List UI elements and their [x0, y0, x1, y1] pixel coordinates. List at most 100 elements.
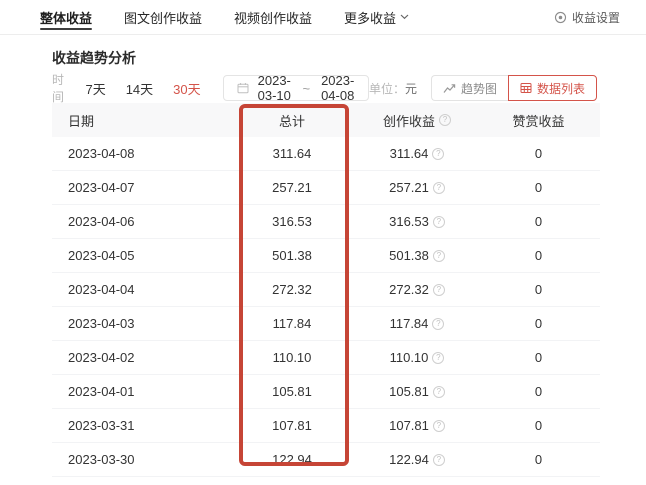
unit-value: 元 — [405, 82, 417, 96]
time-range-30天[interactable]: 30天 — [173, 79, 200, 98]
time-range-14天[interactable]: 14天 — [126, 79, 153, 98]
cell-total: 311.64 — [227, 146, 357, 161]
cell-creation: 107.81? — [357, 418, 477, 433]
top-tab-bar: 整体收益 图文创作收益 视频创作收益 更多收益 收益设置 — [0, 0, 646, 35]
date-range-picker[interactable]: 2023-03-10 ~ 2023-04-08 — [223, 75, 369, 101]
time-filter-label: 时间 — [52, 71, 67, 105]
table-row: 2023-04-02110.10110.10?0 — [52, 341, 600, 375]
view-button-label: 数据列表 — [537, 80, 585, 97]
cell-date: 2023-03-31 — [52, 418, 227, 433]
cell-total: 110.10 — [227, 350, 357, 365]
table-row: 2023-04-05501.38501.38?0 — [52, 239, 600, 273]
table-row: 2023-03-31107.81107.81?0 — [52, 409, 600, 443]
help-icon[interactable]: ? — [433, 386, 445, 398]
help-icon[interactable]: ? — [433, 216, 445, 228]
cell-appreciation: 0 — [477, 248, 600, 263]
unit-label: 单位：元 — [369, 80, 417, 97]
table-row: 2023-04-06316.53316.53?0 — [52, 205, 600, 239]
table-row: 2023-04-01105.81105.81?0 — [52, 375, 600, 409]
cell-appreciation: 0 — [477, 452, 600, 467]
cell-appreciation: 0 — [477, 384, 600, 399]
cell-date: 2023-03-30 — [52, 452, 227, 467]
cell-total: 257.21 — [227, 180, 357, 195]
filter-row: 时间 7天14天30天 2023-03-10 ~ 2023-04-08 单位：元… — [52, 75, 597, 101]
cell-creation: 110.10? — [357, 350, 477, 365]
cell-date: 2023-04-04 — [52, 282, 227, 297]
help-icon[interactable]: ? — [433, 250, 445, 262]
table-row: 2023-04-04272.32272.32?0 — [52, 273, 600, 307]
cell-date: 2023-04-08 — [52, 146, 227, 161]
table-row: 2023-03-30122.94122.94?0 — [52, 443, 600, 477]
table-row: 2023-04-03117.84117.84?0 — [52, 307, 600, 341]
cell-date: 2023-04-07 — [52, 180, 227, 195]
tab-label: 整体收益 — [40, 8, 92, 27]
cell-appreciation: 0 — [477, 316, 600, 331]
section-title: 收益趋势分析 — [52, 50, 646, 66]
column-header-赞赏收益: 赞赏收益 — [477, 111, 600, 130]
cell-creation: 501.38? — [357, 248, 477, 263]
cell-creation: 117.84? — [357, 316, 477, 331]
trend-chart-icon — [443, 83, 456, 94]
table-row: 2023-04-07257.21257.21?0 — [52, 171, 600, 205]
cell-total: 316.53 — [227, 214, 357, 229]
cell-date: 2023-04-03 — [52, 316, 227, 331]
view-toggle: 趋势图 数据列表 — [431, 75, 597, 101]
cell-date: 2023-04-01 — [52, 384, 227, 399]
earnings-page: 整体收益 图文创作收益 视频创作收益 更多收益 收益设置 收益趋势分析 时间 7天 14… — [0, 0, 646, 485]
help-icon[interactable]: ? — [433, 284, 445, 296]
tab-图文创作收益[interactable]: 图文创作收益 — [124, 0, 202, 34]
view-button-数据列表[interactable]: 数据列表 — [508, 75, 597, 101]
cell-date: 2023-04-02 — [52, 350, 227, 365]
earnings-table: 日期总计创作收益 ?赞赏收益 2023-04-08311.64311.64?02… — [52, 103, 600, 477]
gear-icon — [554, 11, 567, 24]
cell-appreciation: 0 — [477, 350, 600, 365]
tab-label: 更多收益 — [344, 8, 396, 27]
tab-视频创作收益[interactable]: 视频创作收益 — [234, 0, 312, 34]
cell-total: 272.32 — [227, 282, 357, 297]
cell-total: 105.81 — [227, 384, 357, 399]
column-header-创作收益: 创作收益 ? — [357, 111, 477, 130]
cell-creation: 105.81? — [357, 384, 477, 399]
time-range-7天[interactable]: 7天 — [85, 79, 105, 98]
cell-creation: 316.53? — [357, 214, 477, 229]
cell-creation: 122.94? — [357, 452, 477, 467]
cell-total: 122.94 — [227, 452, 357, 467]
cell-date: 2023-04-06 — [52, 214, 227, 229]
content-area: 收益趋势分析 时间 7天 14天 30天 2023-03-10 ~ 2023-04-… — [0, 50, 646, 477]
cell-appreciation: 0 — [477, 146, 600, 161]
cell-total: 117.84 — [227, 316, 357, 331]
cell-creation: 272.32? — [357, 282, 477, 297]
date-start: 2023-03-10 — [258, 73, 292, 103]
help-icon[interactable]: ? — [433, 182, 445, 194]
tab-label: 图文创作收益 — [124, 8, 202, 27]
help-icon[interactable]: ? — [432, 318, 444, 330]
help-icon[interactable]: ? — [433, 420, 445, 432]
help-icon[interactable]: ? — [433, 454, 445, 466]
cell-total: 107.81 — [227, 418, 357, 433]
help-icon[interactable]: ? — [432, 352, 444, 364]
cell-appreciation: 0 — [477, 282, 600, 297]
tab-整体收益[interactable]: 整体收益 — [40, 0, 92, 34]
table-body: 2023-04-08311.64311.64?02023-04-07257.21… — [52, 137, 600, 477]
view-button-趋势图[interactable]: 趋势图 — [431, 75, 508, 101]
chevron-down-icon — [400, 14, 409, 20]
earnings-settings-button[interactable]: 收益设置 — [554, 9, 620, 26]
column-header-日期: 日期 — [52, 111, 227, 130]
cell-appreciation: 0 — [477, 180, 600, 195]
cell-creation: 311.64? — [357, 146, 477, 161]
cell-total: 501.38 — [227, 248, 357, 263]
cell-creation: 257.21? — [357, 180, 477, 195]
cell-date: 2023-04-05 — [52, 248, 227, 263]
table-header-row: 日期总计创作收益 ?赞赏收益 — [52, 103, 600, 137]
cell-appreciation: 0 — [477, 214, 600, 229]
help-icon[interactable]: ? — [432, 148, 444, 160]
view-button-label: 趋势图 — [461, 80, 497, 97]
cell-appreciation: 0 — [477, 418, 600, 433]
time-range-group: 7天 14天 30天 — [85, 79, 200, 98]
tab-list: 整体收益 图文创作收益 视频创作收益 更多收益 — [40, 0, 409, 34]
calendar-icon — [237, 82, 249, 94]
table-row: 2023-04-08311.64311.64?0 — [52, 137, 600, 171]
settings-label: 收益设置 — [572, 9, 620, 26]
tab-更多收益[interactable]: 更多收益 — [344, 0, 409, 34]
help-icon[interactable]: ? — [439, 114, 451, 126]
